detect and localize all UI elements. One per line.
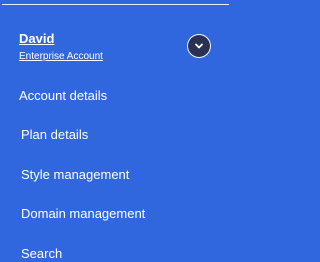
top-divider [2,4,229,5]
menu-item-search[interactable]: Search [21,246,62,262]
menu-item-style-management[interactable]: Style management [21,167,129,183]
sidebar: David Enterprise Account Account details… [0,0,241,261]
menu-item-account-details[interactable]: Account details [19,88,107,104]
menu-item-plan-details[interactable]: Plan details [21,127,88,143]
menu-item-domain-management[interactable]: Domain management [21,206,145,222]
chevron-down-icon [194,41,204,51]
user-name[interactable]: David [19,31,54,47]
account-type[interactable]: Enterprise Account [19,51,103,63]
account-toggle-button[interactable] [187,34,211,58]
